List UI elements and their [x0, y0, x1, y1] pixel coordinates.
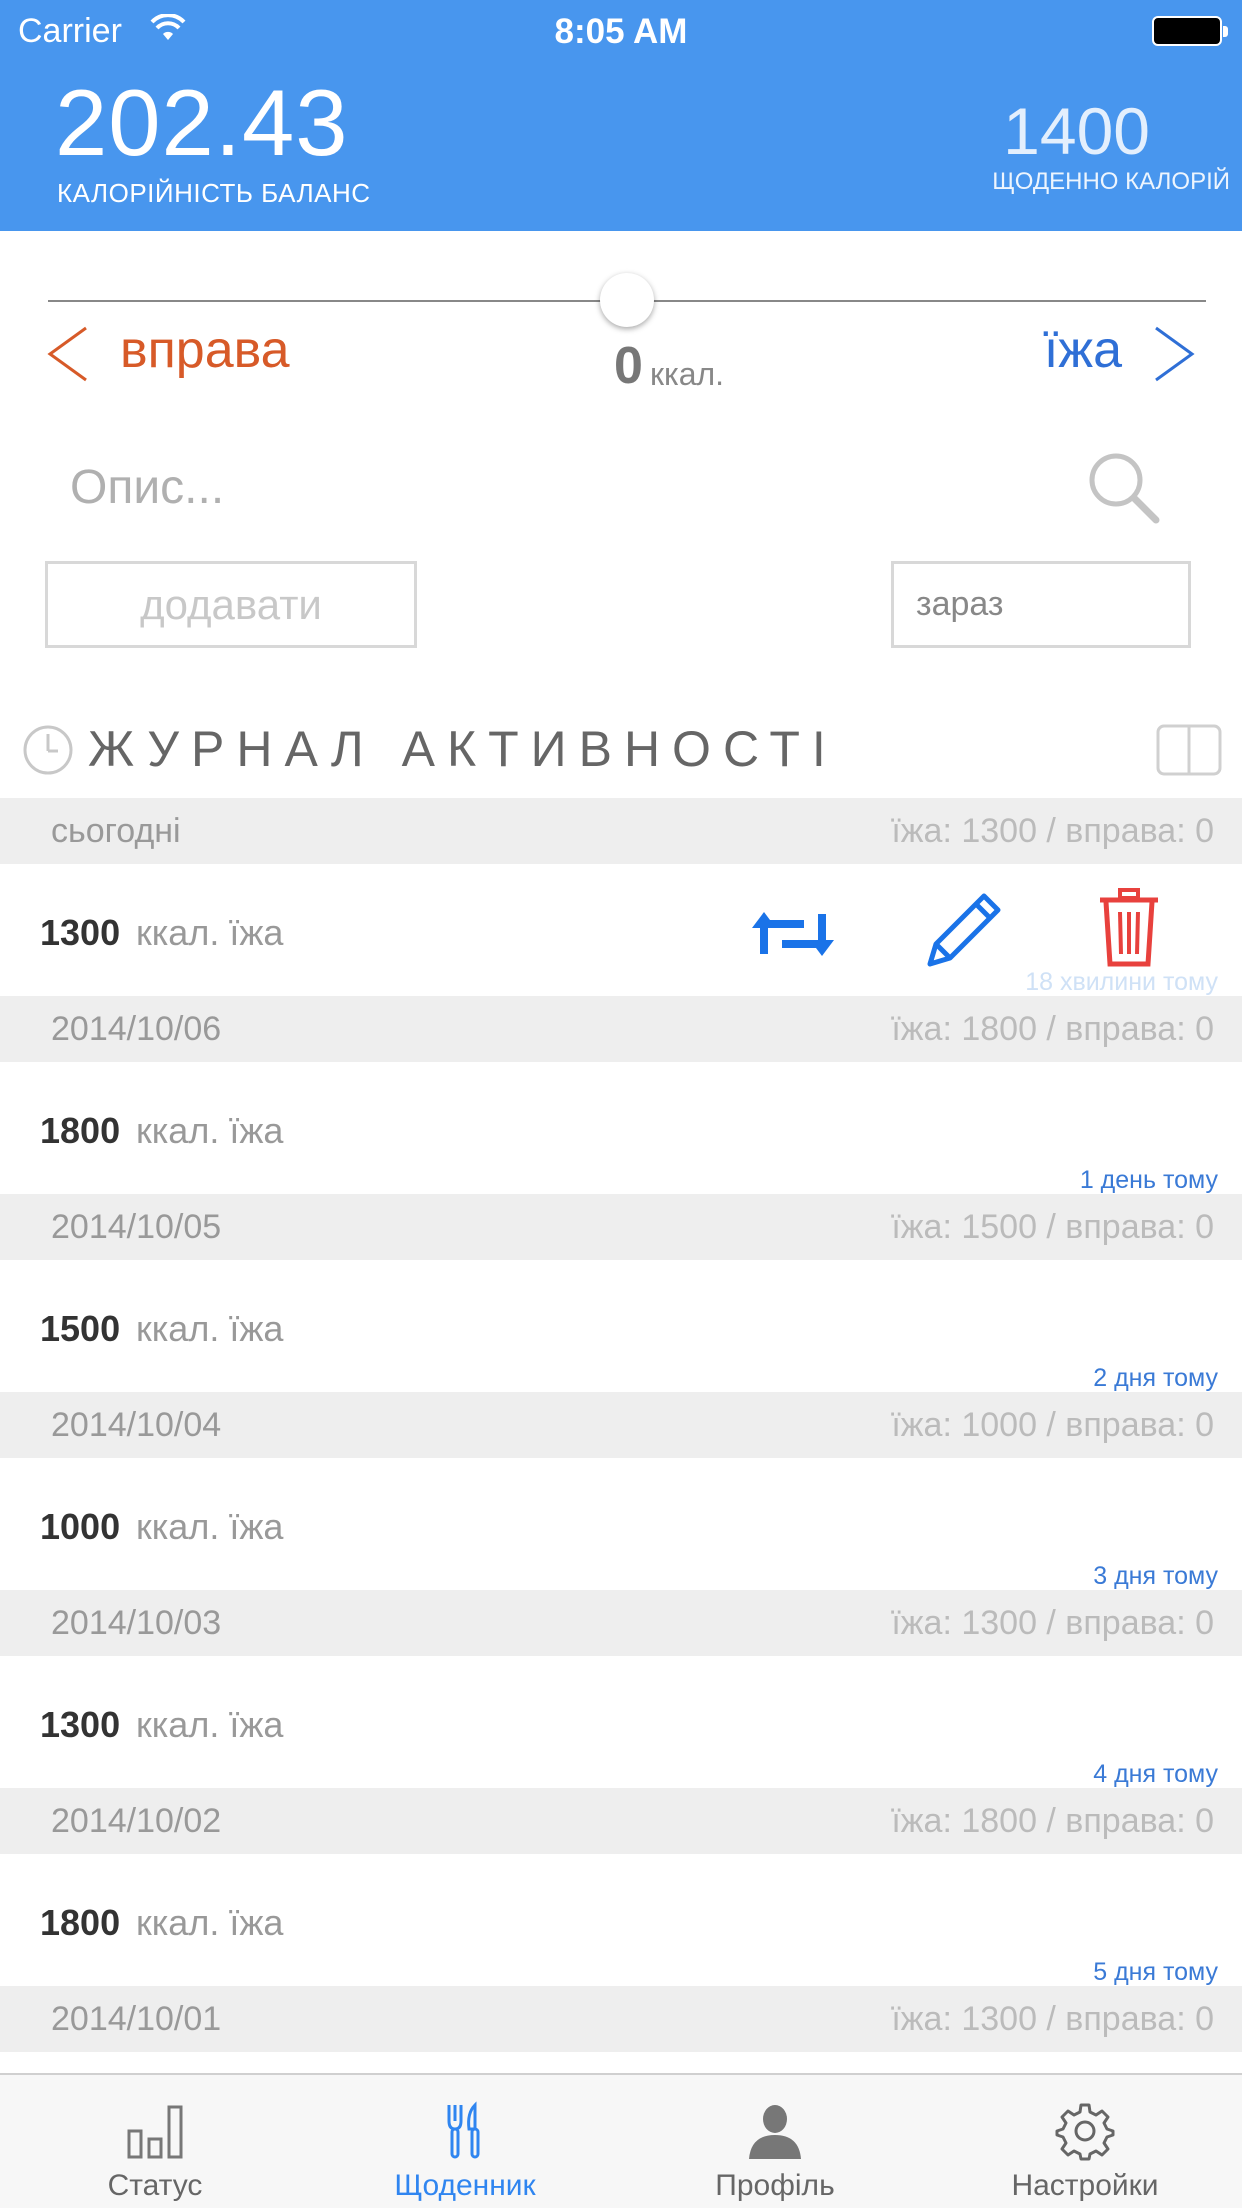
list-item[interactable]: 1300 ккал. їжа 18 хвилини тому	[0, 864, 1242, 996]
entry-time-ago: 5 дня тому	[1093, 1958, 1218, 1986]
clock-icon	[22, 724, 74, 781]
list-item[interactable]: 1800 ккал. їжа 5 дня тому	[0, 1854, 1242, 1986]
entry-time-ago: 2 дня тому	[1093, 1364, 1218, 1392]
delete-trash-icon[interactable]	[1096, 888, 1162, 973]
edit-pencil-icon[interactable]	[922, 890, 1004, 977]
entry-amount: 1300	[40, 912, 121, 953]
chevron-right-icon[interactable]	[1152, 326, 1196, 387]
daily-calories-value[interactable]: 1400	[1003, 98, 1150, 164]
day-date: 2014/10/04	[51, 1406, 222, 1444]
status-bar: Carrier 8:05 AM	[0, 0, 1242, 62]
tab-profile[interactable]: Профіль	[620, 2075, 930, 2208]
search-icon[interactable]	[1086, 450, 1160, 529]
tab-label: Щоденник	[394, 2169, 536, 2202]
list-item[interactable]: 1500 ккал. їжа 2 дня тому	[0, 1260, 1242, 1392]
entry-amount: 1800	[40, 1110, 121, 1151]
entry-unit: ккал. їжа	[136, 1902, 284, 1943]
gear-icon	[1055, 2101, 1115, 2166]
tab-diary[interactable]: Щоденник	[310, 2075, 620, 2208]
entry-unit: ккал. їжа	[136, 912, 284, 953]
tab-bar: Статус Щоденник Профіль Настройки	[0, 2073, 1242, 2208]
daily-calories-label: ЩОДЕННО КАЛОРІЙ	[992, 168, 1230, 195]
fork-knife-icon	[435, 2101, 495, 2166]
day-header: сьогодні їжа: 1300 / вправа: 0	[0, 798, 1242, 864]
day-totals: їжа: 1800 / вправа: 0	[891, 1010, 1214, 1048]
day-totals: їжа: 1300 / вправа: 0	[891, 1604, 1214, 1642]
exercise-mode-label[interactable]: вправа	[120, 320, 290, 380]
day-date: 2014/10/03	[51, 1604, 222, 1642]
entry-time-ago: 3 дня тому	[1093, 1562, 1218, 1590]
entry-time-ago: 18 хвилини тому	[1025, 968, 1218, 996]
chevron-left-icon[interactable]	[46, 326, 90, 387]
day-header: 2014/10/04 їжа: 1000 / вправа: 0	[0, 1392, 1242, 1458]
header: Carrier 8:05 AM 202.43 КАЛОРІЙНІСТЬ БАЛА…	[0, 0, 1242, 231]
list-item[interactable]: 1800 ккал. їжа 1 день тому	[0, 1062, 1242, 1194]
day-totals: їжа: 1500 / вправа: 0	[891, 1208, 1214, 1246]
entry-amount: 1300	[40, 1704, 121, 1745]
day-header: 2014/10/01 їжа: 1300 / вправа: 0	[0, 1986, 1242, 2052]
activity-log-title: ЖУРНАЛ АКТИВНОСТІ	[88, 721, 838, 777]
day-header: 2014/10/03 їжа: 1300 / вправа: 0	[0, 1590, 1242, 1656]
battery-icon	[1152, 16, 1228, 46]
tab-status[interactable]: Статус	[0, 2075, 310, 2208]
clock-time: 8:05 AM	[554, 12, 688, 51]
day-totals: їжа: 1000 / вправа: 0	[891, 1406, 1214, 1444]
tab-label: Профіль	[715, 2169, 835, 2202]
list-item[interactable]: 1000 ккал. їжа 3 дня тому	[0, 1458, 1242, 1590]
calorie-balance-value: 202.43	[55, 70, 349, 175]
entry-amount: 1800	[40, 1902, 121, 1943]
day-header: 2014/10/02 їжа: 1800 / вправа: 0	[0, 1788, 1242, 1854]
day-date: 2014/10/05	[51, 1208, 222, 1246]
day-totals: їжа: 1800 / вправа: 0	[891, 1802, 1214, 1840]
activity-list: сьогодні їжа: 1300 / вправа: 0 1300 ккал…	[0, 798, 1242, 2052]
selected-calories-value: 0	[614, 337, 643, 395]
book-icon[interactable]	[1156, 724, 1222, 781]
bar-chart-icon	[125, 2101, 185, 2166]
selected-calories-unit: ккал.	[650, 356, 725, 392]
entry-time-ago: 1 день тому	[1079, 1166, 1218, 1194]
tab-settings[interactable]: Настройки	[930, 2075, 1240, 2208]
tab-label: Статус	[107, 2169, 203, 2202]
day-date: 2014/10/06	[51, 1010, 222, 1048]
calorie-slider-thumb[interactable]	[600, 273, 654, 327]
entry-time-ago: 4 дня тому	[1093, 1760, 1218, 1788]
day-header: 2014/10/05 їжа: 1500 / вправа: 0	[0, 1194, 1242, 1260]
person-icon	[745, 2101, 805, 2166]
description-input[interactable]	[70, 452, 1030, 522]
list-item[interactable]: 1300 ккал. їжа 4 дня тому	[0, 1656, 1242, 1788]
day-date: 2014/10/01	[51, 2000, 222, 2038]
food-mode-label[interactable]: їжа	[1044, 320, 1122, 380]
tab-label: Настройки	[1011, 2169, 1159, 2202]
repeat-icon[interactable]	[752, 908, 834, 965]
day-totals: їжа: 1300 / вправа: 0	[891, 2000, 1214, 2038]
day-totals: їжа: 1300 / вправа: 0	[891, 812, 1214, 850]
entry-amount: 1000	[40, 1506, 121, 1547]
time-select-button[interactable]: зараз	[891, 561, 1191, 648]
add-button[interactable]: додавати	[45, 561, 417, 648]
entry-unit: ккал. їжа	[136, 1308, 284, 1349]
entry-unit: ккал. їжа	[136, 1506, 284, 1547]
entry-unit: ккал. їжа	[136, 1704, 284, 1745]
day-date: 2014/10/02	[51, 1802, 222, 1840]
entry-unit: ккал. їжа	[136, 1110, 284, 1151]
day-date: сьогодні	[51, 812, 181, 850]
day-header: 2014/10/06 їжа: 1800 / вправа: 0	[0, 996, 1242, 1062]
entry-amount: 1500	[40, 1308, 121, 1349]
calorie-balance-label: КАЛОРІЙНІСТЬ БАЛАНС	[57, 178, 371, 208]
